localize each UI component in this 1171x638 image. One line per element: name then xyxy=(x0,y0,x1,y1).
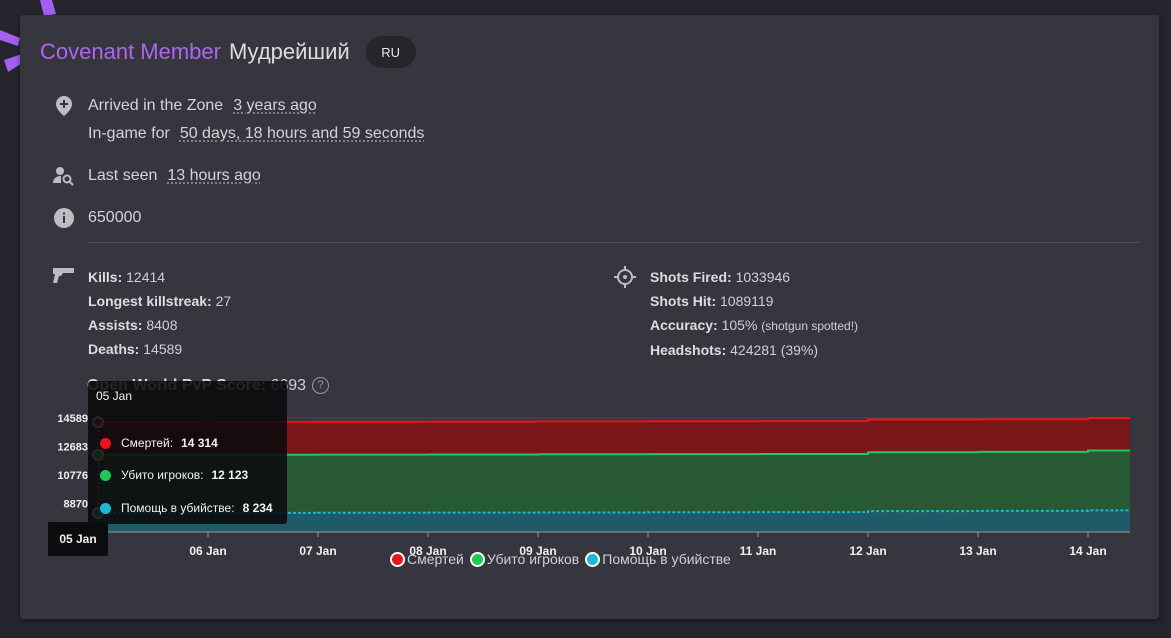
kills-dot-icon xyxy=(100,469,111,481)
x-tick-label: 11 Jan xyxy=(740,544,777,558)
x-tick-label: 12 Jan xyxy=(849,544,886,558)
x-tick-label: 06 Jan xyxy=(189,544,226,558)
tooltip-assists-value: 8 234 xyxy=(242,501,273,515)
assists-dot-icon xyxy=(100,502,111,514)
tooltip-kills-label: Убито игроков: xyxy=(121,468,204,482)
chart-tooltip: 05 Jan Смертей: 14 314 Убито игроков: 12 1… xyxy=(88,381,287,524)
tooltip-kills-value: 12 123 xyxy=(211,468,249,482)
legend-item-deaths[interactable]: Смертей xyxy=(390,551,464,567)
y-tick-label: 14589 xyxy=(57,413,88,425)
pvp-history-chart[interactable]: 1458912683107768870696306 Jan07 Jan08 Ja… xyxy=(0,0,1171,638)
tooltip-deaths-label: Смертей: xyxy=(121,436,174,450)
x-tick-label: 13 Jan xyxy=(959,544,996,558)
legend-kills-icon xyxy=(469,551,485,567)
legend-assists-label: Помощь в убийстве xyxy=(602,551,731,567)
legend-assists-icon xyxy=(585,551,601,567)
hovered-date-chip: 05 Jan xyxy=(48,522,108,556)
y-tick-label: 12683 xyxy=(57,441,88,453)
tooltip-deaths-value: 14 314 xyxy=(181,436,218,450)
legend-item-kills[interactable]: Убито игроков xyxy=(469,551,580,567)
y-tick-label: 10776 xyxy=(57,470,88,482)
legend-deaths-label: Смертей xyxy=(407,551,464,567)
tooltip-row-kills: Убито игроков: 12 123 xyxy=(100,468,248,482)
legend-item-assists[interactable]: Помощь в убийстве xyxy=(585,551,731,567)
tooltip-row-assists: Помощь в убийстве: 8 234 xyxy=(100,501,273,515)
x-tick-label: 14 Jan xyxy=(1069,544,1106,558)
legend-deaths-icon xyxy=(390,551,405,567)
tooltip-row-deaths: Смертей: 14 314 xyxy=(100,436,218,450)
chart-legend: Смертей Убито игроков Помощь в убийстве xyxy=(390,551,733,567)
deaths-dot-icon xyxy=(100,437,111,449)
y-tick-label: 8870 xyxy=(64,498,88,510)
x-tick-label: 07 Jan xyxy=(299,544,336,558)
tooltip-date: 05 Jan xyxy=(96,389,133,403)
legend-kills-label: Убито игроков xyxy=(486,551,580,567)
tooltip-assists-label: Помощь в убийстве: xyxy=(121,501,235,515)
